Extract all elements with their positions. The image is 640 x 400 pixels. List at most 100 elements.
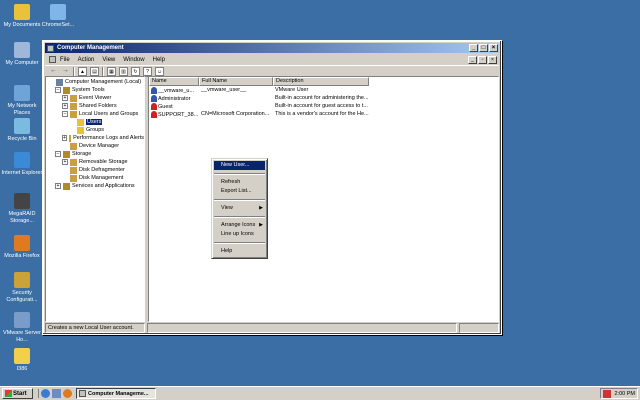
table-row[interactable]: Guest Built-in account for guest access t… <box>149 102 498 110</box>
new-user-icon[interactable]: ☺ <box>155 66 164 76</box>
firefox-icon[interactable] <box>63 389 72 398</box>
my-computer-shortcut[interactable]: My Computer <box>0 42 44 67</box>
expand-icon[interactable]: + <box>62 103 68 109</box>
context-menu-label: New User... <box>221 162 250 168</box>
internet-explorer-icon[interactable] <box>41 389 50 398</box>
close-button[interactable]: × <box>489 44 498 52</box>
tree-node-icon <box>70 174 77 182</box>
tree-system-tools[interactable]: − System Tools <box>46 86 144 94</box>
recycle-bin-shortcut[interactable]: Recycle Bin <box>0 118 44 143</box>
up-folder-icon[interactable]: ▲ <box>78 66 87 76</box>
table-row[interactable]: SUPPORT_38... CN=Microsoft Corporation...… <box>149 110 498 118</box>
computer-management-icon <box>47 44 54 52</box>
tree-disk-defragmenter[interactable]: Disk Defragmenter <box>46 166 144 174</box>
security-config-shortcut[interactable]: Security Configurati... <box>0 272 44 304</box>
collapse-icon[interactable]: − <box>62 111 68 117</box>
menu-file[interactable]: File <box>60 57 70 63</box>
menu-window[interactable]: Window <box>123 57 144 63</box>
table-row[interactable]: Administrator Built-in account for admini… <box>149 94 498 102</box>
chromesetup-shortcut[interactable]: ChromeSet... <box>36 4 80 29</box>
menu-help[interactable]: Help <box>153 57 165 63</box>
window-title: Computer Management <box>57 45 124 51</box>
tree-root[interactable]: Computer Management (Local) <box>46 78 144 86</box>
properties-icon[interactable]: ▦ <box>107 66 116 76</box>
show-tree-icon[interactable]: ▤ <box>90 66 99 76</box>
tree-storage[interactable]: − Storage <box>46 150 144 158</box>
megaraid-shortcut[interactable]: MegaRAID Storage... <box>0 193 44 225</box>
mdi-close-button[interactable]: × <box>488 55 497 64</box>
context-menu-item[interactable]: Help <box>212 247 267 256</box>
context-menu-item[interactable]: View ▶ <box>212 204 267 213</box>
context-menu-label: Help <box>221 248 233 254</box>
user-icon <box>151 94 157 102</box>
tree-node-icon <box>63 182 70 190</box>
windows-logo-icon <box>5 390 12 397</box>
folder-shortcut[interactable]: I386 <box>0 348 44 373</box>
clock[interactable]: 2:00 PM <box>615 391 635 397</box>
expand-icon[interactable]: + <box>62 95 68 101</box>
export-list-icon[interactable]: ▥ <box>119 66 128 76</box>
context-menu-item[interactable]: New User... <box>214 161 265 170</box>
users-list-view: Name Full Name Description __vmware_u...… <box>148 76 499 322</box>
cell-name: Administrator <box>158 95 191 102</box>
tree-local-users-groups[interactable]: − Local Users and Groups <box>46 110 144 118</box>
context-menu-item[interactable]: Refresh <box>212 178 267 187</box>
refresh-icon[interactable]: ↻ <box>131 66 140 76</box>
context-menu-item[interactable]: Arrange Icons ▶ <box>212 221 267 230</box>
tree-services-apps[interactable]: + Services and Applications <box>46 182 144 190</box>
column-name-header[interactable]: Name <box>149 77 199 86</box>
system-tray: 2:00 PM <box>600 388 638 399</box>
mdi-minimize-button[interactable]: _ <box>468 55 477 64</box>
help-icon[interactable]: ? <box>143 66 152 76</box>
collapse-icon[interactable]: − <box>55 87 61 93</box>
title-bar[interactable]: Computer Management _ □ × <box>45 43 499 53</box>
desktop-icon-label: Security Configurati... <box>6 290 38 303</box>
back-arrow-icon[interactable]: ← <box>49 67 58 76</box>
collapse-icon[interactable]: − <box>55 151 61 157</box>
toolbar-separator <box>102 66 104 76</box>
start-label: Start <box>13 390 27 397</box>
tree-disk-management[interactable]: Disk Management <box>46 174 144 182</box>
tree-node-icon <box>70 166 77 174</box>
context-menu-item[interactable]: Line up Icons <box>212 230 267 239</box>
taskbar-computer-management[interactable]: Computer Manageme... <box>76 388 156 399</box>
tree-groups[interactable]: Groups <box>46 126 144 134</box>
firefox-shortcut[interactable]: Mozilla Firefox <box>0 235 44 260</box>
tree-device-manager[interactable]: Device Manager <box>46 142 144 150</box>
show-desktop-icon[interactable] <box>52 389 61 398</box>
tree-node-label: Disk Management <box>79 175 124 181</box>
mmc-doc-icon[interactable] <box>49 56 56 63</box>
tree-users[interactable]: Users <box>46 118 144 126</box>
forward-arrow-icon[interactable]: → <box>61 67 70 76</box>
status-bar: Creates a new Local User account. <box>45 323 499 333</box>
menu-action[interactable]: Action <box>78 57 95 63</box>
start-button[interactable]: Start <box>2 388 33 399</box>
cell-description: This is a vendor's account for the He... <box>275 111 369 117</box>
column-description-header[interactable]: Description <box>273 77 369 86</box>
vmware-server-shortcut[interactable]: VMware Server Ho... <box>0 312 44 344</box>
menu-separator <box>214 242 265 244</box>
context-menu-item[interactable]: Export List... <box>212 187 267 196</box>
internet-explorer-shortcut[interactable]: Internet Explorer <box>0 152 44 177</box>
console-tree: Computer Management (Local) − System Tools… <box>45 76 145 322</box>
tree-node-icon <box>77 118 84 126</box>
mdi-restore-button[interactable]: ▫ <box>478 55 487 64</box>
expand-icon[interactable]: + <box>62 159 68 165</box>
table-row[interactable]: __vmware_u... __vmware_user__ VMware User <box>149 86 498 94</box>
tree-event-viewer[interactable]: + Event Viewer <box>46 94 144 102</box>
expand-icon[interactable]: + <box>62 135 67 141</box>
chromesetup-icon <box>50 4 66 20</box>
tree-node-label: Services and Applications <box>72 183 135 189</box>
tree-performance-logs[interactable]: + Performance Logs and Alerts <box>46 134 144 142</box>
user-icon <box>151 86 157 94</box>
tree-shared-folders[interactable]: + Shared Folders <box>46 102 144 110</box>
network-places-shortcut[interactable]: My Network Places <box>0 85 44 117</box>
status-panel <box>459 323 499 333</box>
minimize-button[interactable]: _ <box>469 44 478 52</box>
maximize-button[interactable]: □ <box>479 44 488 52</box>
column-fullname-header[interactable]: Full Name <box>199 77 273 86</box>
network-alert-icon[interactable] <box>603 389 611 398</box>
menu-view[interactable]: View <box>102 57 115 63</box>
expand-icon[interactable]: + <box>55 183 61 189</box>
tree-removable-storage[interactable]: + Removable Storage <box>46 158 144 166</box>
